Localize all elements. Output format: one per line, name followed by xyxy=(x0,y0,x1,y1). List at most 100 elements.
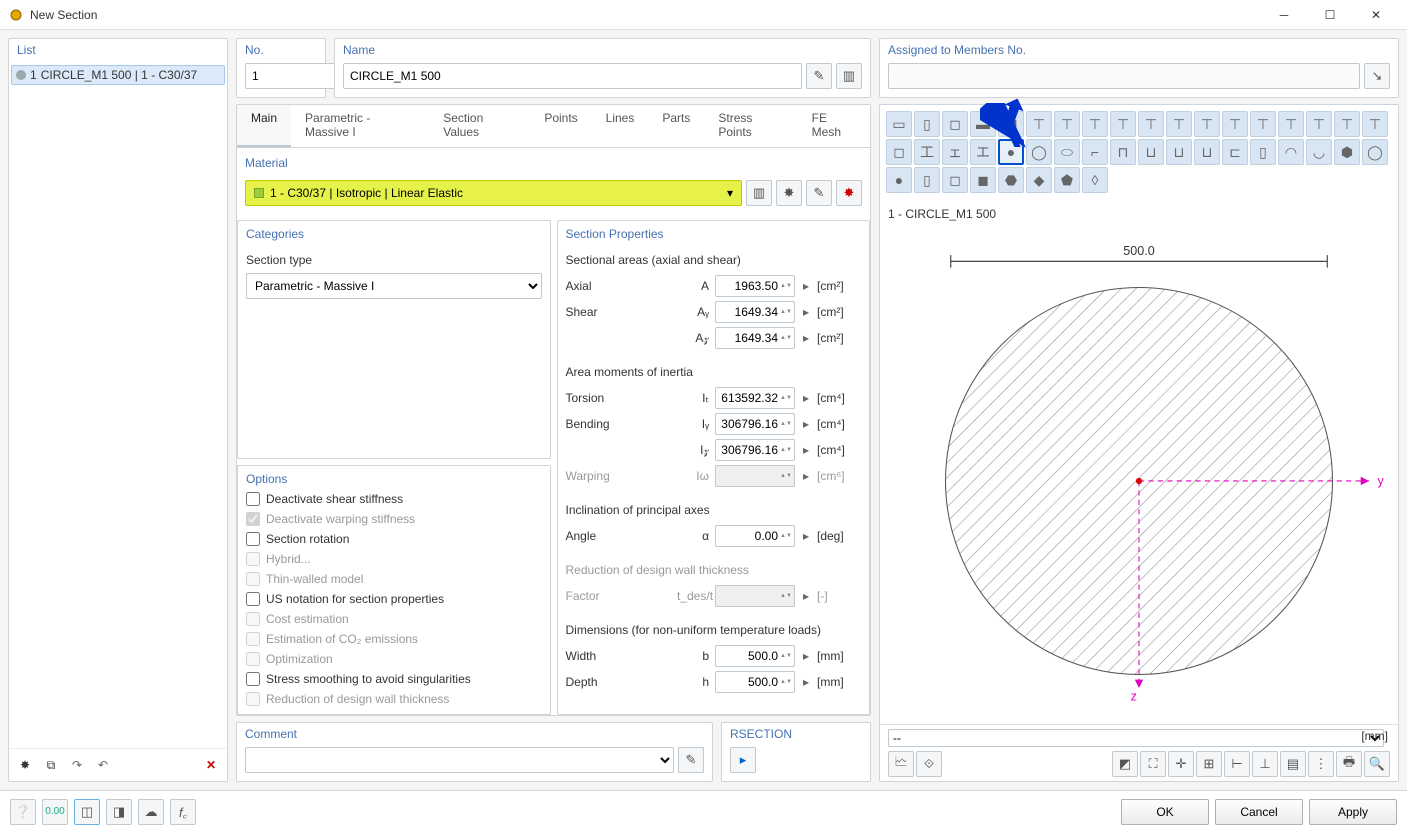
option-0[interactable]: Deactivate shear stiffness xyxy=(246,492,542,506)
shape-button-13[interactable]: ⊤ xyxy=(1250,111,1276,137)
help-button[interactable]: ❔ xyxy=(10,799,36,825)
shape-button-42[interactable]: ⬟ xyxy=(1054,167,1080,193)
shape-button-9[interactable]: ⊤ xyxy=(1138,111,1164,137)
preview-combo[interactable]: -- xyxy=(888,729,1384,747)
prop-value-input[interactable]: 306796.16▲▼ xyxy=(715,439,795,461)
shape-button-28[interactable]: ⊔ xyxy=(1166,139,1192,165)
prop-transfer-icon[interactable]: ▸ xyxy=(801,529,811,543)
shape-button-40[interactable]: ⬣ xyxy=(998,167,1024,193)
shape-button-35[interactable]: ◯ xyxy=(1362,139,1388,165)
prop-transfer-icon[interactable]: ▸ xyxy=(801,305,811,319)
prop-transfer-icon[interactable]: ▸ xyxy=(801,675,811,689)
edit-name-button[interactable]: ✎ xyxy=(806,63,832,89)
fx-button[interactable]: f꜀ xyxy=(170,799,196,825)
shape-button-18[interactable]: ◻ xyxy=(886,139,912,165)
shape-button-23[interactable]: ◯ xyxy=(1026,139,1052,165)
shape-button-39[interactable]: ◼ xyxy=(970,167,996,193)
tab-parametric[interactable]: Parametric - Massive I xyxy=(291,105,429,147)
view-hatch-button[interactable]: ▤ xyxy=(1280,751,1306,777)
view-iso-button[interactable]: ◩ xyxy=(1112,751,1138,777)
shape-button-16[interactable]: ⊤ xyxy=(1334,111,1360,137)
material-select[interactable]: 1 - C30/37 | Isotropic | Linear Elastic … xyxy=(245,180,742,206)
option-5[interactable]: US notation for section properties xyxy=(246,592,542,606)
prop-value-input[interactable]: 500.0▲▼ xyxy=(715,671,795,693)
view1-button[interactable]: ◫ xyxy=(74,799,100,825)
prop-value-input[interactable]: 613592.32▲▼ xyxy=(715,387,795,409)
shape-button-15[interactable]: ⊤ xyxy=(1306,111,1332,137)
tab-lines[interactable]: Lines xyxy=(592,105,649,147)
tab-fe-mesh[interactable]: FE Mesh xyxy=(798,105,870,147)
prop-transfer-icon[interactable]: ▸ xyxy=(801,417,811,431)
view3-button[interactable]: ☁ xyxy=(138,799,164,825)
shape-button-37[interactable]: ▯ xyxy=(914,167,940,193)
assigned-pick-button[interactable]: ↘ xyxy=(1364,63,1390,89)
search-preview-button[interactable]: 🔍 xyxy=(1364,751,1390,777)
shape-button-32[interactable]: ◠ xyxy=(1278,139,1304,165)
view-grid-button[interactable]: ⊞ xyxy=(1196,751,1222,777)
shape-button-20[interactable]: ェ xyxy=(942,139,968,165)
prop-transfer-icon[interactable]: ▸ xyxy=(801,649,811,663)
shape-circle-button[interactable]: ● xyxy=(998,139,1024,165)
tab-stress-points[interactable]: Stress Points xyxy=(704,105,797,147)
assigned-input[interactable] xyxy=(888,63,1360,89)
option-9[interactable]: Stress smoothing to avoid singularities xyxy=(246,672,542,686)
option-checkbox[interactable] xyxy=(246,532,260,546)
material-lib-button[interactable]: ▥ xyxy=(746,180,772,206)
view2-button[interactable]: ◨ xyxy=(106,799,132,825)
close-button[interactable]: ✕ xyxy=(1353,0,1399,30)
ok-button[interactable]: OK xyxy=(1121,799,1209,825)
shape-button-43[interactable]: ◊ xyxy=(1082,167,1108,193)
minimize-button[interactable]: ─ xyxy=(1261,0,1307,30)
delete-item-button[interactable]: ✕ xyxy=(199,753,223,777)
shape-button-38[interactable]: ◻ xyxy=(942,167,968,193)
prop-value-input[interactable]: 306796.16▲▼ xyxy=(715,413,795,435)
prop-transfer-icon[interactable]: ▸ xyxy=(801,279,811,293)
shape-button-41[interactable]: ◆ xyxy=(1026,167,1052,193)
library-button[interactable]: ▥ xyxy=(836,63,862,89)
print-button[interactable]: 🖶 xyxy=(1336,751,1362,777)
shape-button-12[interactable]: ⊤ xyxy=(1222,111,1248,137)
shape-button-31[interactable]: ▯ xyxy=(1250,139,1276,165)
list-item[interactable]: 1 CIRCLE_M1 500 | 1 - C30/37 xyxy=(11,65,225,85)
shape-button-30[interactable]: ⊏ xyxy=(1222,139,1248,165)
maximize-button[interactable]: ☐ xyxy=(1307,0,1353,30)
shape-button-10[interactable]: ⊤ xyxy=(1166,111,1192,137)
prop-transfer-icon[interactable]: ▸ xyxy=(801,589,811,603)
name-input[interactable] xyxy=(343,63,802,89)
shape-button-14[interactable]: ⊤ xyxy=(1278,111,1304,137)
tab-points[interactable]: Points xyxy=(530,105,591,147)
prop-value-input[interactable]: 1963.50▲▼ xyxy=(715,275,795,297)
shape-button-3[interactable]: ▬ xyxy=(970,111,996,137)
shape-button-29[interactable]: ⊔ xyxy=(1194,139,1220,165)
new-item-button[interactable]: ✸ xyxy=(13,753,37,777)
shape-button-24[interactable]: ⬭ xyxy=(1054,139,1080,165)
shape-button-36[interactable]: ● xyxy=(886,167,912,193)
view-axes-button[interactable]: ✛ xyxy=(1168,751,1194,777)
material-edit-button[interactable]: ✎ xyxy=(806,180,832,206)
units-button[interactable]: 0.00 xyxy=(42,799,68,825)
shape-button-19[interactable]: 工 xyxy=(914,139,940,165)
tab-section-values[interactable]: Section Values xyxy=(429,105,530,147)
apply-button[interactable]: Apply xyxy=(1309,799,1397,825)
copy-item-button[interactable]: ⧉ xyxy=(39,753,63,777)
shape-button-34[interactable]: ⬢ xyxy=(1334,139,1360,165)
comment-input[interactable] xyxy=(245,747,674,773)
view-dim-button[interactable]: ⊢ xyxy=(1224,751,1250,777)
comment-edit-button[interactable]: ✎ xyxy=(678,747,704,773)
prop-value-input[interactable]: 500.0▲▼ xyxy=(715,645,795,667)
section-type-select[interactable]: Parametric - Massive I xyxy=(246,273,542,299)
shape-button-33[interactable]: ◡ xyxy=(1306,139,1332,165)
option-checkbox[interactable] xyxy=(246,592,260,606)
material-new-button[interactable]: ✸ xyxy=(776,180,802,206)
view-names-button[interactable]: ⊥ xyxy=(1252,751,1278,777)
move-down-button[interactable]: ↶ xyxy=(91,753,115,777)
tab-parts[interactable]: Parts xyxy=(648,105,704,147)
shape-button-7[interactable]: ⊤ xyxy=(1082,111,1108,137)
prop-transfer-icon[interactable]: ▸ xyxy=(801,331,811,345)
prop-transfer-icon[interactable]: ▸ xyxy=(801,443,811,457)
prop-value-input[interactable]: 1649.34▲▼ xyxy=(715,301,795,323)
shape-button-8[interactable]: ⊤ xyxy=(1110,111,1136,137)
shape-button-5[interactable]: ⊤ xyxy=(1026,111,1052,137)
material-delete-button[interactable]: ✸ xyxy=(836,180,862,206)
result-button[interactable]: 🗠 xyxy=(888,751,914,777)
